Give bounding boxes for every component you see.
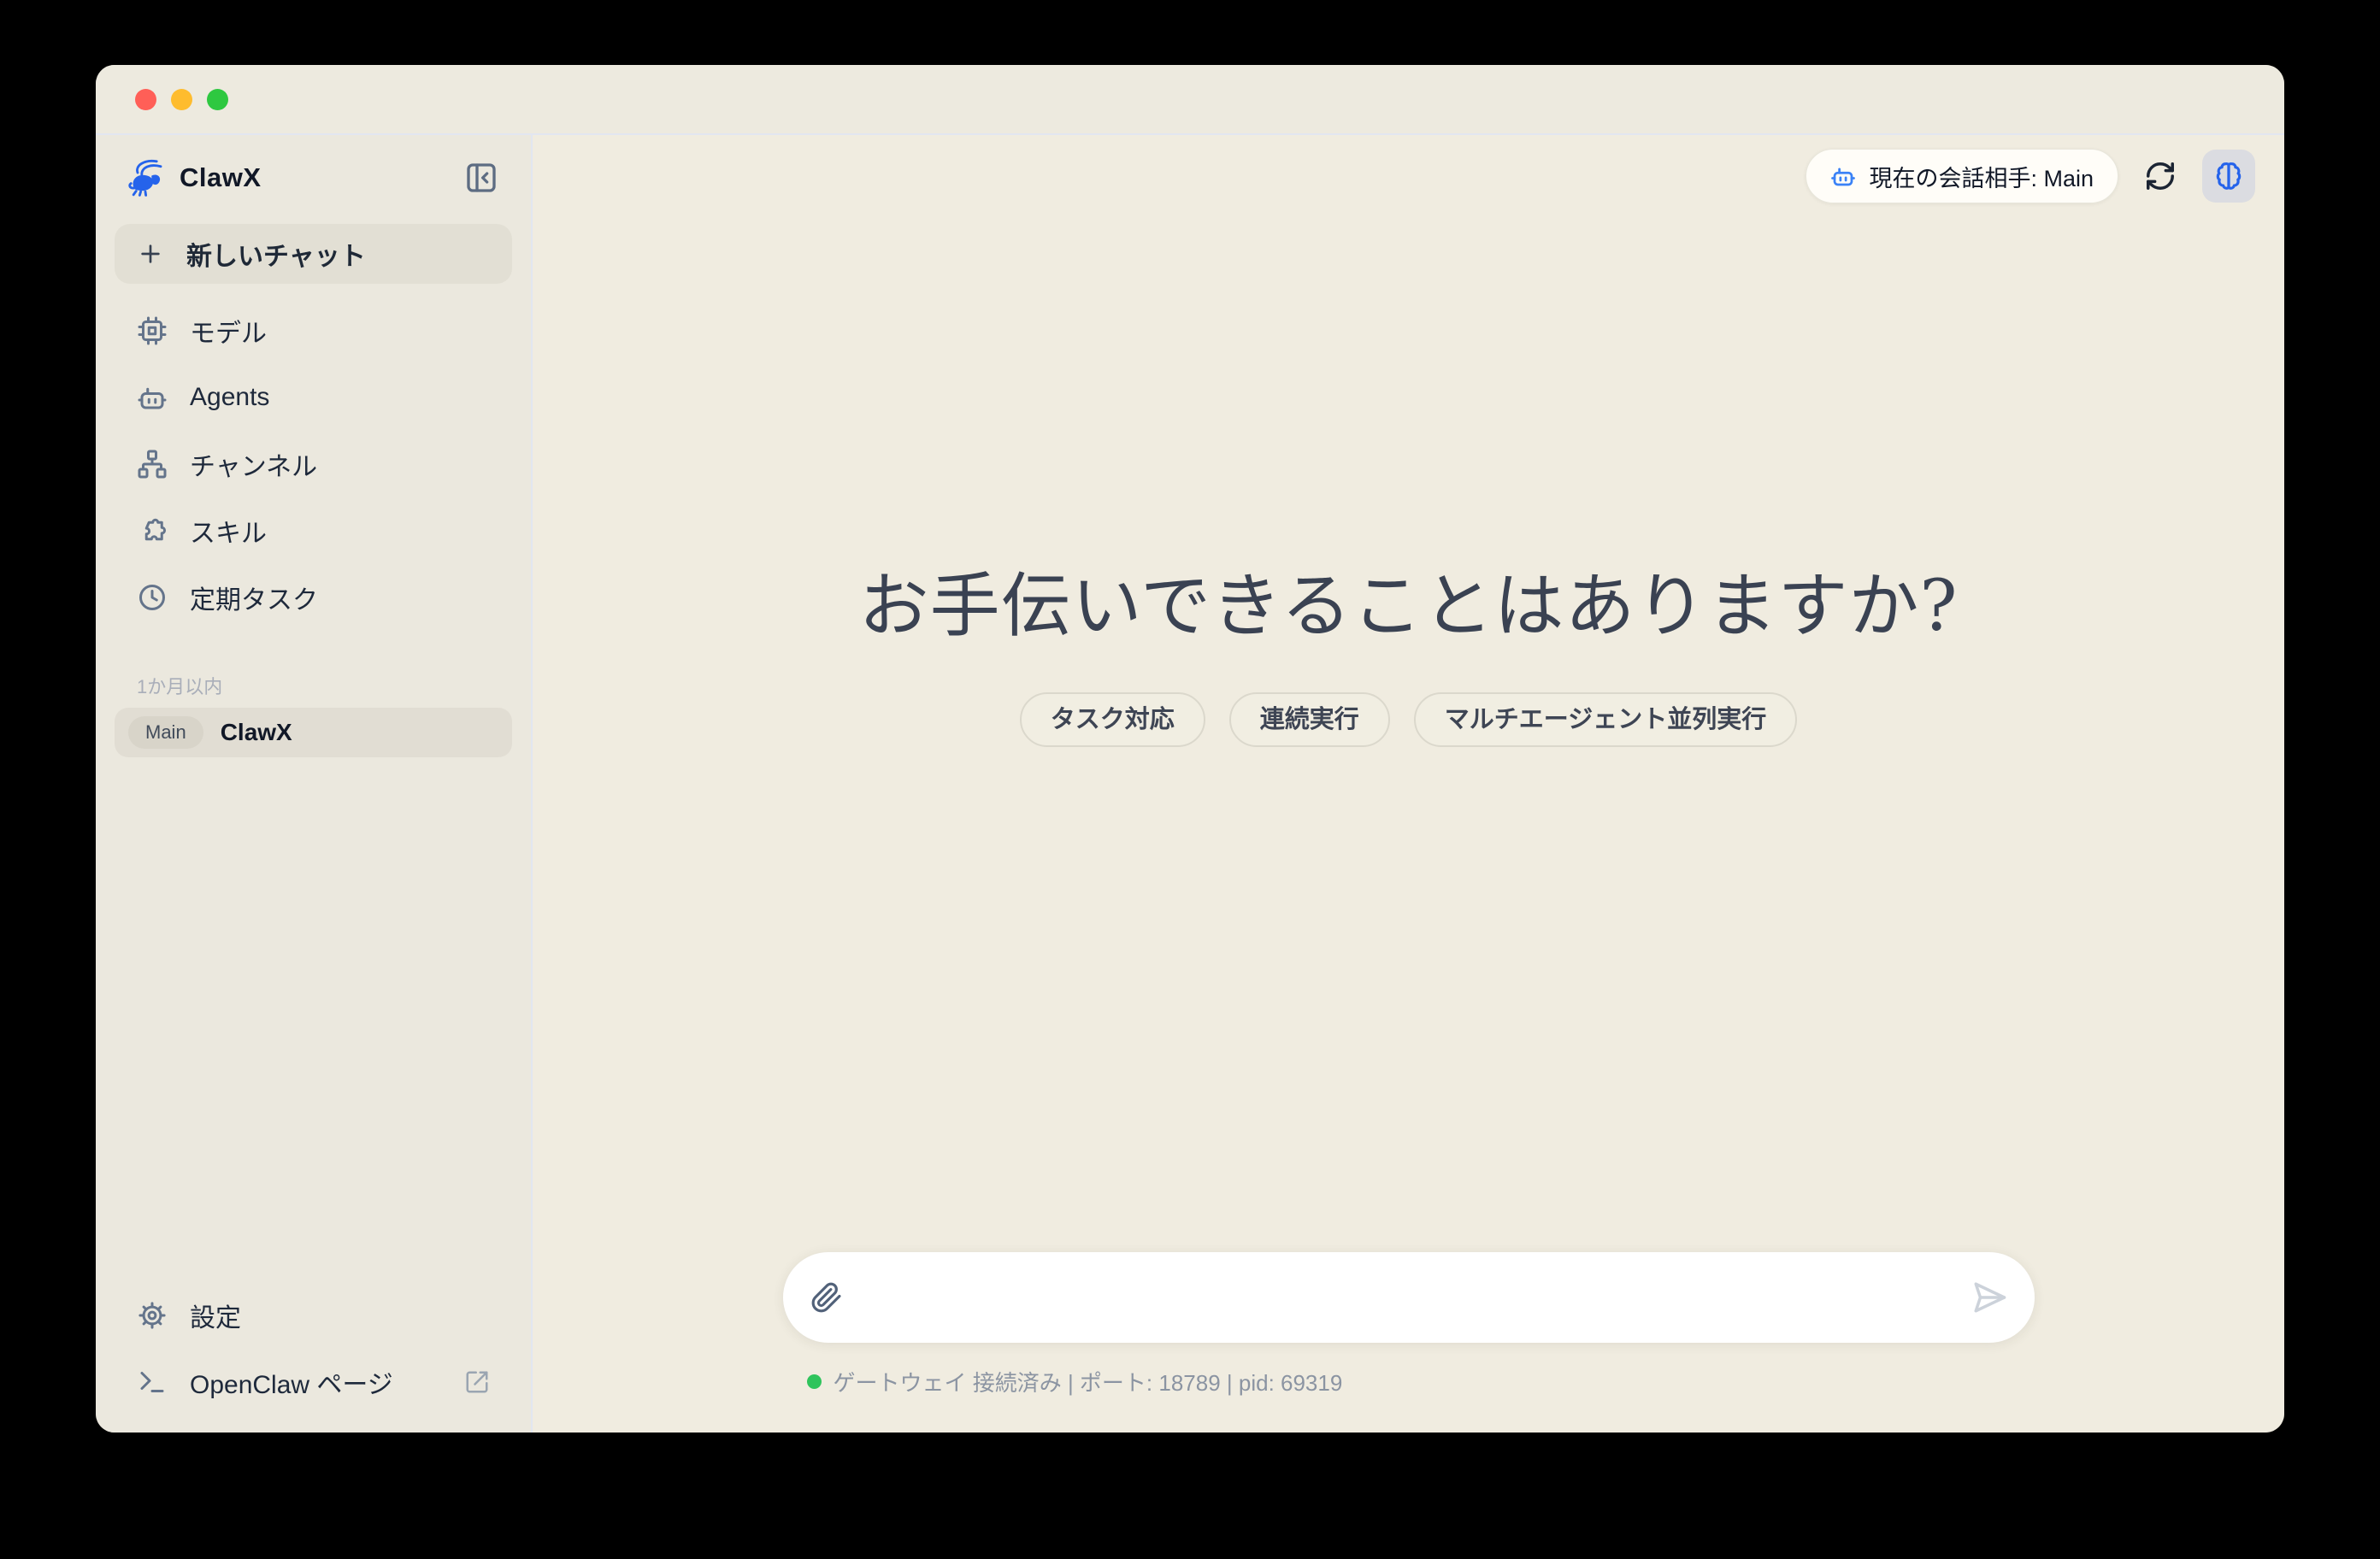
send-button[interactable] [1971,1280,2007,1315]
attach-button[interactable] [810,1281,843,1314]
sidebar-nav: モデル Agents [115,297,512,631]
sidebar-item-models[interactable]: モデル [115,297,512,364]
chat-history-item[interactable]: Main ClawX [115,708,512,757]
sidebar-item-channels[interactable]: チャンネル [115,431,512,497]
app-title: ClawX [180,162,262,193]
brain-button[interactable] [2202,150,2255,203]
robot-icon [1830,163,1856,189]
message-composer[interactable] [783,1252,2035,1343]
welcome-headline: お手伝いできることはありますか? [533,549,2284,650]
panel-collapse-icon [464,161,498,195]
sidebar-item-label: OpenClaw ページ [190,1363,393,1401]
collapse-sidebar-button[interactable] [461,157,502,198]
conversation-label: 現在の会話相手: Main [1869,160,2094,193]
agent-badge: Main [128,716,203,749]
chip-continuous-run[interactable]: 連続実行 [1229,692,1390,747]
titlebar [96,65,2284,135]
suggestion-chips: タスク対応 連続実行 マルチエージェント並列実行 [533,692,2284,747]
sidebar-item-scheduled-tasks[interactable]: 定期タスク [115,564,512,631]
robot-icon [137,382,168,413]
sidebar-header: ClawX [115,149,512,207]
network-icon [137,449,168,479]
brain-icon [2212,160,2245,192]
sidebar-item-label: 定期タスク [190,579,318,616]
sidebar-item-settings[interactable]: 設定 [115,1282,512,1349]
refresh-button[interactable] [2144,160,2177,192]
chip-task-support[interactable]: タスク対応 [1020,692,1205,747]
puzzle-icon [137,515,168,546]
sidebar-footer: 設定 OpenClaw ページ [115,1282,512,1415]
main-area: 現在の会話相手: Main お手伝いできることはありますか? [533,135,2284,1433]
message-input[interactable] [862,1283,1953,1312]
gateway-status: ゲートウェイ 接続済み | ポート: 18789 | pid: 69319 [807,1366,1343,1397]
sidebar-item-label: チャンネル [190,445,317,483]
sidebar-item-skills[interactable]: スキル [115,497,512,564]
sidebar-item-openclaw-page[interactable]: OpenClaw ページ [115,1349,512,1415]
app-window: ClawX 新しいチャット [96,65,2284,1433]
sidebar-item-label: 設定 [190,1297,241,1334]
sidebar: ClawX 新しいチャット [96,135,533,1433]
status-text: ゲートウェイ 接続済み | ポート: 18789 | pid: 69319 [834,1366,1343,1397]
refresh-icon [2144,160,2177,192]
history-section-label: 1か月以内 [115,672,512,694]
clock-icon [137,582,168,613]
chip-multi-agent-parallel[interactable]: マルチエージェント並列実行 [1414,692,1797,747]
lobster-logo-icon [125,157,166,198]
new-chat-label: 新しいチャット [186,235,366,273]
paperclip-icon [810,1281,843,1314]
gear-icon [137,1300,168,1331]
app-body: ClawX 新しいチャット [96,135,2284,1433]
terminal-icon [137,1367,168,1397]
current-conversation-pill[interactable]: 現在の会話相手: Main [1806,149,2118,203]
cpu-icon [137,315,168,346]
plus-icon [137,240,164,268]
send-icon [1971,1280,2007,1315]
sidebar-item-label: Agents [190,383,269,412]
sidebar-item-label: スキル [190,512,267,550]
sidebar-item-agents[interactable]: Agents [115,364,512,431]
sidebar-item-label: モデル [190,312,267,350]
external-link-icon [464,1369,490,1395]
status-dot-icon [807,1374,822,1389]
close-button[interactable] [135,89,156,110]
maximize-button[interactable] [207,89,228,110]
header-controls: 現在の会話相手: Main [1806,149,2255,203]
chat-title: ClawX [221,719,292,746]
new-chat-button[interactable]: 新しいチャット [115,224,512,284]
minimize-button[interactable] [171,89,192,110]
